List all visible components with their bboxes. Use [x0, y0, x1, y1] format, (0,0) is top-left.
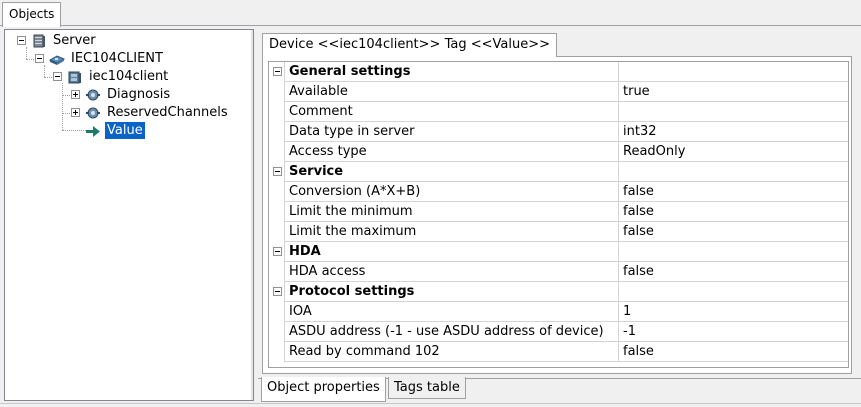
category-service[interactable]: Service	[269, 162, 848, 182]
collapse-toggle[interactable]	[273, 247, 282, 256]
collapse-toggle[interactable]	[53, 72, 62, 81]
property-name: Available	[286, 82, 619, 102]
tree-label-diagnosis: Diagnosis	[107, 87, 171, 102]
property-value[interactable]: false	[620, 222, 848, 242]
tree-node-iec104client[interactable]: iec104client	[5, 68, 245, 86]
property-name: IOA	[286, 302, 619, 322]
property-value[interactable]: int32	[620, 122, 848, 142]
property-value[interactable]: -1	[620, 322, 848, 342]
property-row-hda-access[interactable]: HDA access false	[269, 262, 848, 282]
tag-group-icon	[85, 105, 101, 121]
property-row-access-type[interactable]: Access type ReadOnly	[269, 142, 848, 162]
tree-label-iec104client-device: IEC104CLIENT	[71, 51, 163, 66]
top-tab-strip	[0, 0, 861, 26]
property-row-limit-maximum[interactable]: Limit the maximum false	[269, 222, 848, 242]
property-value[interactable]: false	[620, 262, 848, 282]
tree-label-reserved-channels: ReservedChannels	[107, 105, 228, 120]
property-row-ioa[interactable]: IOA 1	[269, 302, 848, 322]
window-bottom-divider	[0, 403, 861, 404]
network-device-icon	[48, 51, 66, 67]
property-row-asdu-address[interactable]: ASDU address (-1 - use ASDU address of d…	[269, 322, 848, 342]
category-title: Protocol settings	[286, 282, 619, 302]
property-value[interactable]: ReadOnly	[620, 142, 848, 162]
tab-device-tag[interactable]: Device <<iec104client>> Tag <<Value>>	[262, 33, 557, 57]
collapse-toggle[interactable]	[273, 287, 282, 296]
property-value[interactable]: true	[620, 82, 848, 102]
category-hda[interactable]: HDA	[269, 242, 848, 262]
tree-label-iec104client: iec104client	[89, 69, 169, 84]
property-row-available[interactable]: Available true	[269, 82, 848, 102]
collapse-toggle[interactable]	[17, 36, 26, 45]
property-row-comment[interactable]: Comment	[269, 102, 848, 122]
tree-node-iec104client-device[interactable]: IEC104CLIENT	[5, 50, 245, 68]
property-row-data-type[interactable]: Data type in server int32	[269, 122, 848, 142]
property-name: Access type	[286, 142, 619, 162]
property-grid[interactable]: General settings Available true Comment …	[268, 61, 849, 368]
tree-node-reserved-channels[interactable]: ReservedChannels	[5, 104, 245, 122]
tree-label-value: Value	[105, 122, 145, 139]
module-icon	[67, 69, 83, 85]
expand-toggle[interactable]	[71, 90, 80, 99]
category-title: HDA	[286, 242, 619, 262]
collapse-toggle[interactable]	[35, 54, 44, 63]
object-tree[interactable]: Server IEC104CLIENT iec104client Diagnos…	[4, 29, 254, 401]
category-title: Service	[286, 162, 619, 182]
property-name: Comment	[286, 102, 619, 122]
property-row-read-by-command[interactable]: Read by command 102 false	[269, 342, 848, 362]
tag-group-icon	[85, 87, 101, 103]
tree-node-diagnosis[interactable]: Diagnosis	[5, 86, 245, 104]
tab-tags-table[interactable]: Tags table	[388, 377, 466, 399]
tab-object-properties[interactable]: Object properties	[261, 377, 386, 402]
property-name: Read by command 102	[286, 342, 619, 362]
property-value[interactable]: false	[620, 202, 848, 222]
category-protocol-settings[interactable]: Protocol settings	[269, 282, 848, 302]
property-value[interactable]: false	[620, 342, 848, 362]
property-name: ASDU address (-1 - use ASDU address of d…	[286, 322, 619, 342]
tab-objects[interactable]: Objects	[2, 2, 62, 27]
property-value[interactable]: false	[620, 182, 848, 202]
category-title: General settings	[286, 62, 619, 82]
property-name: Limit the minimum	[286, 202, 619, 222]
tree-node-server[interactable]: Server	[5, 32, 245, 50]
collapse-toggle[interactable]	[273, 67, 282, 76]
property-name: Conversion (A*X+B)	[286, 182, 619, 202]
tree-label-server: Server	[53, 33, 96, 48]
collapse-toggle[interactable]	[273, 167, 282, 176]
tag-arrow-icon	[85, 123, 101, 139]
property-name: HDA access	[286, 262, 619, 282]
expand-toggle[interactable]	[71, 108, 80, 117]
property-name: Data type in server	[286, 122, 619, 142]
tree-scroll-edge	[251, 30, 253, 400]
property-value[interactable]: 1	[620, 302, 848, 322]
property-row-limit-minimum[interactable]: Limit the minimum false	[269, 202, 848, 222]
property-row-conversion[interactable]: Conversion (A*X+B) false	[269, 182, 848, 202]
server-icon	[31, 33, 47, 49]
tree-node-value[interactable]: Value	[5, 122, 245, 140]
property-name: Limit the maximum	[286, 222, 619, 242]
property-value[interactable]	[620, 102, 848, 122]
category-general-settings[interactable]: General settings	[269, 62, 848, 82]
